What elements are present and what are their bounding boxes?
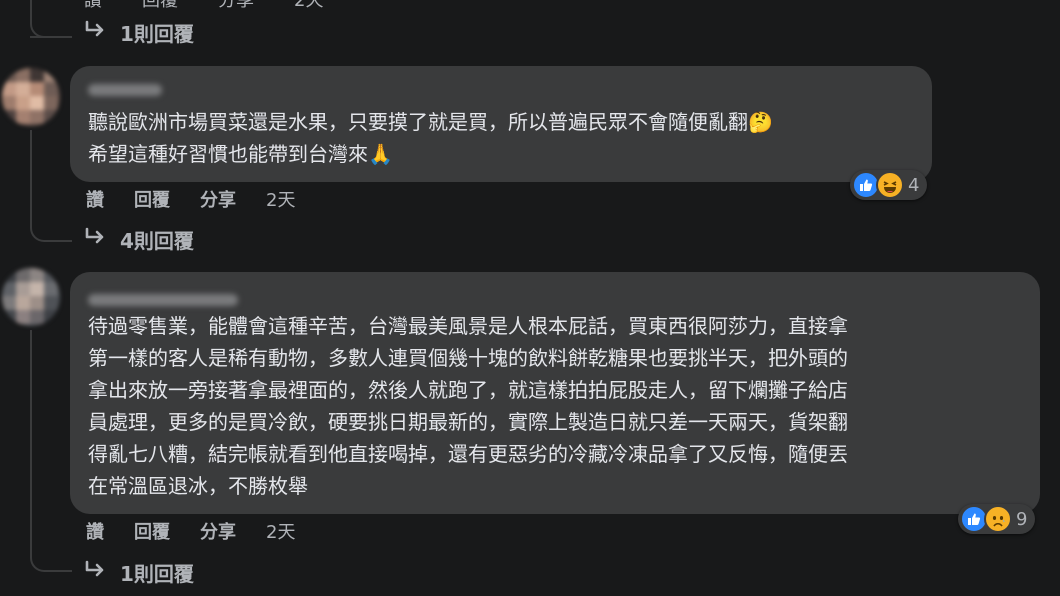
avatar[interactable] — [2, 68, 60, 126]
avatar[interactable] — [2, 268, 60, 326]
reply-arrow-icon — [84, 227, 108, 252]
thread-connector — [30, 210, 72, 242]
like-button[interactable]: 讚 — [86, 186, 104, 212]
comment-bubble: 聽說歐洲市場買菜還是水果，只要摸了就是買，所以普遍民眾不會隨便亂翻🤔 希望這種好… — [70, 66, 932, 182]
comment-text: 待過零售業，能體會這種辛苦，台灣最美風景是人根本屁話，買東西很阿莎力，直接拿 第… — [88, 314, 848, 498]
reaction-summary[interactable]: 9 — [958, 504, 1036, 534]
replies-count-label: 1則回覆 — [120, 22, 194, 46]
reaction-summary[interactable]: 4 — [850, 170, 928, 200]
replies-count-label: 1則回覆 — [120, 562, 194, 586]
sad-icon — [984, 505, 1012, 533]
cutoff-action-row: 讚 回覆 分享 2天 — [84, 0, 323, 12]
replies-count-label: 4則回覆 — [120, 229, 194, 253]
comment-bubble: 待過零售業，能體會這種辛苦，台灣最美風景是人根本屁話，買東西很阿莎力，直接拿 第… — [70, 272, 1040, 514]
author-name-redacted[interactable] — [88, 84, 162, 96]
share-button[interactable]: 分享 — [200, 518, 236, 544]
comment-actions: 讚 回覆 分享 2天 — [86, 518, 295, 544]
reply-button[interactable]: 回覆 — [142, 0, 178, 12]
like-button[interactable]: 讚 — [86, 518, 104, 544]
like-button[interactable]: 讚 — [84, 0, 102, 12]
comment-actions: 讚 回覆 分享 2天 — [86, 186, 295, 212]
share-button[interactable]: 分享 — [218, 0, 254, 12]
thread-connector — [30, 0, 72, 38]
timestamp: 2天 — [294, 0, 324, 11]
reaction-count: 4 — [908, 174, 920, 196]
timestamp[interactable]: 2天 — [266, 518, 295, 544]
comment-thread: 讚 回覆 分享 2天 1則回覆 聽說歐洲市場買菜還是水果，只要摸了就是買，所以普… — [0, 0, 1060, 596]
reaction-count: 9 — [1016, 508, 1028, 530]
reply-button[interactable]: 回覆 — [134, 186, 170, 212]
reply-button[interactable]: 回覆 — [134, 518, 170, 544]
thread-line — [30, 330, 32, 540]
comment-text: 聽說歐洲市場買菜還是水果，只要摸了就是買，所以普遍民眾不會隨便亂翻🤔 希望這種好… — [88, 110, 773, 166]
reply-arrow-icon — [84, 560, 108, 585]
author-name-redacted[interactable] — [88, 294, 238, 306]
share-button[interactable]: 分享 — [200, 186, 236, 212]
timestamp[interactable]: 2天 — [266, 186, 295, 212]
view-replies-link[interactable]: 1則回覆 — [84, 18, 194, 47]
reply-arrow-icon — [84, 20, 108, 45]
view-replies-link[interactable]: 4則回覆 — [84, 225, 194, 254]
thread-connector — [30, 540, 72, 572]
view-replies-link[interactable]: 1則回覆 — [84, 558, 194, 587]
haha-icon — [876, 171, 904, 199]
thread-line — [30, 130, 32, 210]
